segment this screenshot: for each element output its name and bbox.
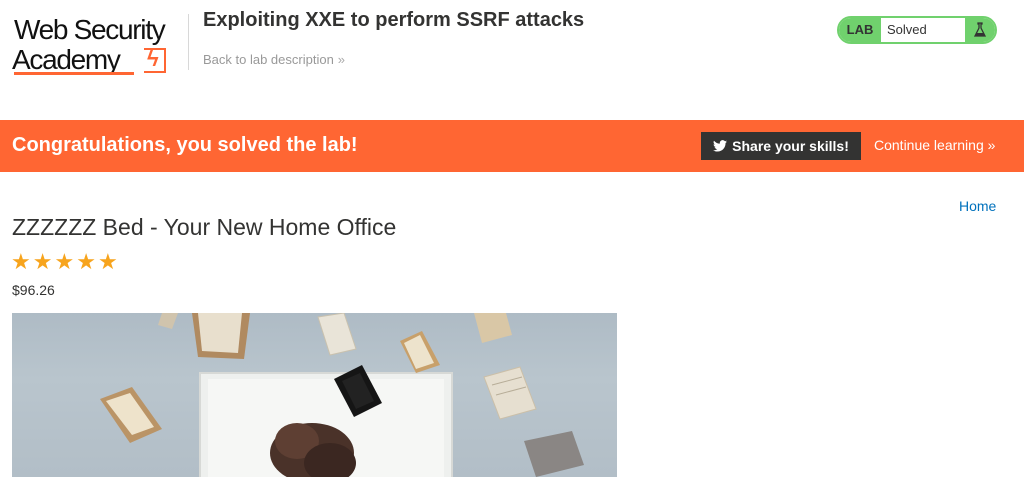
logo-bolt-icon: ϟ (147, 46, 159, 71)
web-security-academy-logo[interactable]: Web Security Academy ϟ (12, 14, 188, 78)
star-icon: ★ (32, 249, 53, 274)
page-header: Web Security Academy ϟ Exploiting XXE to… (0, 0, 1024, 120)
flask-icon (965, 18, 995, 42)
chevron-right-icon: » (987, 137, 996, 153)
back-to-lab-description-link[interactable]: Back to lab description» (203, 52, 345, 67)
home-link[interactable]: Home (959, 198, 996, 214)
lab-tag: LAB (839, 18, 881, 42)
product-title: ZZZZZZ Bed - Your New Home Office (12, 214, 397, 240)
chevron-right-icon: » (337, 52, 346, 67)
logo-underline (14, 72, 134, 75)
lab-status-text: Solved (887, 22, 927, 37)
back-link-label: Back to lab description (203, 52, 334, 67)
product-image-illustration (100, 313, 584, 477)
share-skills-label: Share your skills! (732, 138, 849, 154)
share-skills-button[interactable]: Share your skills! (701, 132, 861, 160)
product-image (12, 313, 617, 477)
congratulations-message: Congratulations, you solved the lab! (12, 134, 358, 156)
product-price: $96.26 (12, 282, 55, 298)
continue-learning-label: Continue learning (874, 137, 984, 153)
star-icon: ★ (76, 249, 96, 274)
product-rating: ★ ★ ★ ★ ★ (11, 251, 118, 273)
solved-banner: Congratulations, you solved the lab! Sha… (0, 120, 1024, 172)
lab-title: Exploiting XXE to perform SSRF attacks (203, 9, 585, 31)
header-divider (188, 14, 189, 70)
lab-status-widget: LAB Solved (837, 16, 997, 44)
star-icon: ★ (97, 249, 118, 274)
logo-text-line1: Web Security (14, 14, 166, 45)
star-icon: ★ (11, 249, 31, 274)
continue-learning-link[interactable]: Continue learning » (874, 137, 995, 153)
star-icon: ★ (54, 249, 75, 274)
twitter-icon (713, 140, 728, 152)
